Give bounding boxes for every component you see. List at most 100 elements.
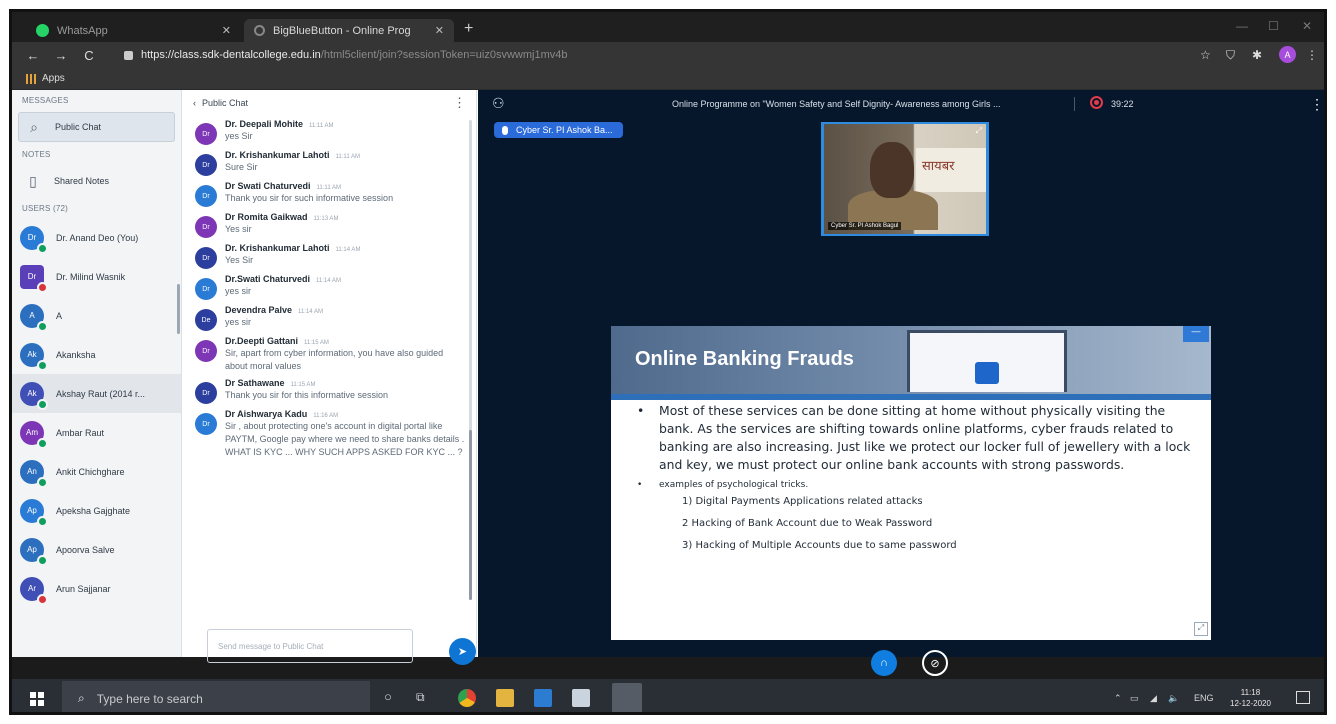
send-icon: ➤ [457, 646, 468, 658]
address-bar[interactable]: https://class.sdk-dentalcollege.edu.in /… [124, 45, 1204, 65]
send-button[interactable]: ➤ [449, 638, 476, 665]
notes-section-title: NOTES [22, 149, 51, 159]
avatar: Dr [195, 413, 217, 435]
public-chat-label: Public Chat [55, 122, 102, 132]
user-list-toggle-icon[interactable]: ⚇ [492, 95, 505, 112]
sender-name: Dr. Krishankumar Lahoti [225, 243, 330, 253]
back-chevron-icon[interactable]: ‹ [193, 98, 196, 108]
new-tab-icon[interactable]: + [464, 20, 473, 38]
chat-message-body: Dr Aishwarya Kadu 11:16 AM Sir , about pro… [225, 409, 467, 459]
user-list-item[interactable]: Ar Arun Sajjanar [12, 569, 181, 608]
webcam-video[interactable]: सायबर Cyber Sr. PI Ashok Bagul ⤢ [821, 122, 989, 236]
recording-time: 39:22 [1111, 99, 1134, 109]
bookmark-apps[interactable]: Apps [42, 73, 65, 84]
user-list-item[interactable]: Ap Apeksha Gajghate [12, 491, 181, 530]
chat-message-header: Dr. Krishankumar Lahoti 11:11 AM [225, 150, 467, 160]
battery-icon[interactable]: ▭ [1130, 693, 1139, 704]
reload-icon[interactable]: C [82, 48, 96, 63]
chat-message-header: Dr. Krishankumar Lahoti 11:14 AM [225, 243, 467, 253]
avatar-initials: Dr [27, 272, 37, 281]
slide-body: Most of these services can be done sitti… [637, 402, 1197, 556]
user-list-item[interactable]: An Ankit Chichghare [12, 452, 181, 491]
presentation-stage: ⚇ Online Programme on "Women Safety and … [478, 90, 1324, 676]
show-hidden-icons[interactable]: ⌃ [1114, 693, 1122, 704]
avatar: Ap [20, 537, 48, 566]
chat-scrollbar[interactable] [469, 120, 472, 600]
user-status-icon [37, 554, 48, 566]
public-chat-item[interactable]: ⌕ Public Chat [18, 112, 175, 142]
chat-title[interactable]: Public Chat [202, 98, 248, 108]
user-list-item[interactable]: Ak Akanksha [12, 335, 181, 374]
chat-message-header: Dr Aishwarya Kadu 11:16 AM [225, 409, 467, 419]
user-list-item[interactable]: AA [12, 296, 181, 335]
store-taskbar-icon[interactable] [534, 689, 552, 707]
avatar-initials: Ap [27, 545, 37, 554]
tab-whatsapp[interactable]: WhatsApp ✕ [36, 19, 241, 42]
sender-name: Dr.Swati Chaturvedi [225, 274, 311, 284]
options-menu-icon[interactable]: ⋮ [1310, 96, 1324, 113]
chat-message-input[interactable]: Send message to Public Chat [207, 629, 413, 663]
whatsapp-icon [36, 24, 49, 37]
network-icon[interactable]: ◢ [1150, 693, 1157, 704]
minimize-presentation-icon[interactable]: — [1183, 326, 1209, 342]
minimize-icon[interactable]: — [1236, 19, 1248, 33]
user-status-icon [37, 476, 48, 488]
avatar-initials: Ak [27, 389, 37, 398]
user-list-item[interactable]: Dr Dr. Milind Wasnik [12, 257, 181, 296]
maximize-icon[interactable]: ☐ [1268, 19, 1279, 33]
recording-icon[interactable] [1090, 96, 1103, 109]
shared-notes-item[interactable]: ▯ Shared Notes [18, 166, 175, 196]
sender-name: Devendra Palve [225, 305, 293, 315]
profile-avatar[interactable]: A [1279, 46, 1296, 63]
menu-icon[interactable]: ⋮ [1306, 48, 1318, 62]
message-text: Sure Sir [225, 162, 258, 172]
tab-bigbluebutton[interactable]: BigBlueButton - Online Prog ✕ [244, 19, 454, 42]
notification-icon[interactable] [1296, 691, 1310, 704]
user-list-scrollbar[interactable] [177, 284, 180, 334]
chat-icon: ⌕ [30, 118, 38, 135]
search-placeholder: Type here to search [96, 691, 203, 706]
clock-time: 11:18 [1240, 688, 1261, 697]
chat-options-icon[interactable]: ⋮ [453, 95, 466, 111]
avatar: Am [20, 420, 48, 449]
back-icon[interactable]: ← [26, 48, 40, 63]
shield-icon[interactable]: ⛉ [1226, 48, 1235, 63]
volume-icon[interactable]: 🔈 [1168, 693, 1179, 704]
fullscreen-icon[interactable]: ⤢ [976, 126, 982, 136]
paint-taskbar-icon[interactable] [572, 689, 590, 707]
close-icon[interactable]: ✕ [222, 24, 231, 37]
taskbar-search[interactable]: ⌕ Type here to search [62, 681, 370, 712]
language-indicator[interactable]: ENG [1194, 693, 1214, 703]
active-app-taskbar-icon[interactable] [612, 683, 642, 712]
user-list-item[interactable]: Ak Akshay Raut (2014 r... [12, 374, 181, 413]
extensions-icon[interactable]: ✱ [1252, 48, 1262, 62]
cortana-icon[interactable]: ○ [384, 689, 392, 704]
user-status-icon [37, 320, 48, 332]
message-text: Yes Sir [225, 255, 254, 265]
close-window-icon[interactable]: ✕ [1302, 19, 1312, 33]
webcam-name-tag: Cyber Sr. PI Ashok Bagul [828, 222, 902, 230]
windows-start-icon[interactable] [30, 692, 44, 706]
user-list-item[interactable]: Dr Dr. Anand Deo (You) [12, 218, 181, 257]
user-list-item[interactable]: Am Ambar Raut [12, 413, 181, 452]
forward-icon[interactable]: → [54, 48, 68, 63]
taskbar-clock[interactable]: 11:18 12-12-2020 [1230, 687, 1271, 709]
audio-button[interactable]: ∩ [871, 650, 897, 676]
user-name: A [56, 310, 63, 321]
chat-scroll-thumb[interactable] [469, 430, 472, 600]
talking-indicator[interactable]: Cyber Sr. PI Ashok Ba... [494, 122, 623, 138]
message-list: Dr Dr. Deepali Mohite 11:11 AM yes Sir Dr Dr.… [183, 116, 473, 609]
chat-message-body: Dr Romita Gaikwad 11:13 AM Yes sir [225, 212, 467, 238]
url-path: /html5client/join?sessionToken=uiz0svwwm… [320, 49, 568, 61]
user-status-icon [37, 437, 48, 449]
close-icon[interactable]: ✕ [435, 24, 444, 37]
file-explorer-taskbar-icon[interactable] [496, 689, 514, 707]
user-list-item[interactable]: Ap Apoorva Salve [12, 530, 181, 569]
task-view-icon[interactable]: ⧉ [416, 690, 425, 705]
chrome-taskbar-icon[interactable] [458, 689, 476, 707]
chat-message-body: Dr. Krishankumar Lahoti 11:14 AM Yes Sir [225, 243, 467, 269]
star-icon[interactable]: ☆ [1200, 48, 1211, 62]
video-button[interactable]: ⊘ [922, 650, 948, 676]
chat-message: Dr Dr.Deepti Gattani 11:15 AM Sir, apart fr… [183, 333, 473, 375]
fit-to-screen-icon[interactable]: ⤢ [1194, 622, 1208, 636]
